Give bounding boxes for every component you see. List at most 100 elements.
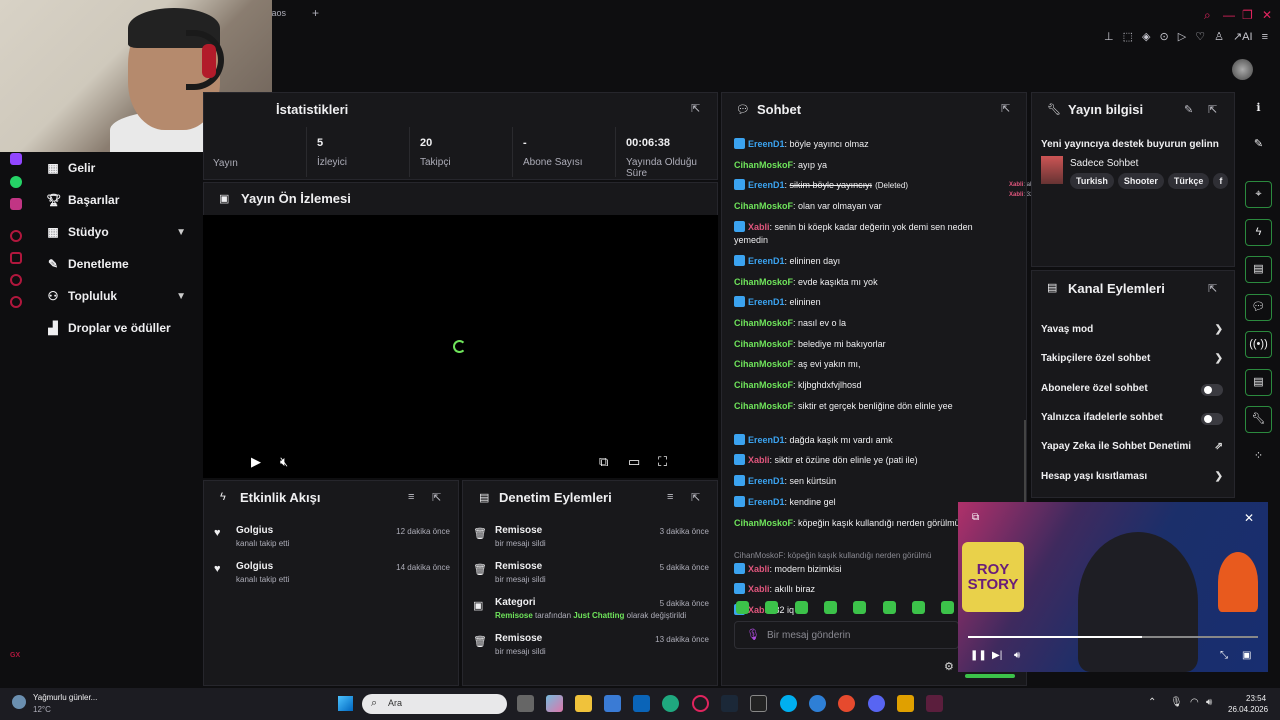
profile-icon[interactable]: ♙ [1214,30,1224,43]
discord-icon[interactable] [868,695,885,712]
emote-icon[interactable] [882,601,896,614]
app-icon[interactable] [897,695,914,712]
file-explorer-icon[interactable] [575,695,592,712]
bolt-icon[interactable]: ϟ [1245,219,1272,246]
chat-scrollbar[interactable] [1024,420,1026,510]
volume-icon[interactable]: 🔊︎ [1206,697,1212,708]
chat-username[interactable]: EreenD1 [748,297,785,307]
chat-username[interactable]: CihanMoskoF [734,201,793,211]
play-icon[interactable]: ▷ [1178,30,1186,43]
sidebar-item-studyo[interactable]: ▦ Stüdyo ▼ [30,216,200,248]
filter-icon[interactable]: ≡ [667,491,673,503]
pip-icon[interactable]: ⧉ [972,512,979,523]
next-icon[interactable]: ▶| [992,650,1002,661]
settings-icon[interactable] [10,296,22,308]
copilot-icon[interactable] [546,695,563,712]
chat-username[interactable]: CihanMoskoF [734,339,793,349]
play-icon[interactable]: ▶ [251,454,261,470]
filter-icon[interactable]: ≡ [408,491,414,503]
chat-username[interactable]: CihanMoskoF [734,318,793,328]
whatsapp-icon[interactable] [10,176,22,188]
sidebar-item-basarilar[interactable]: 🏆︎ Başarılar [30,184,200,216]
opera-gx-icon[interactable] [692,695,709,712]
popout-icon[interactable]: ⇱ [691,102,700,115]
fullscreen-icon[interactable]: ⛶ [658,454,667,470]
popout-icon[interactable]: ⇱ [1208,282,1217,295]
gear-icon[interactable]: ⚙ [944,660,954,673]
sidebar-item-droplar[interactable]: ▟ Droplar ve ödüller [30,312,200,344]
info-icon[interactable]: ℹ [1245,96,1272,123]
broadcast-icon[interactable]: ((•)) [1245,331,1272,358]
document-icon[interactable]: ▤ [1245,256,1272,283]
skype-icon[interactable] [780,695,797,712]
clip-icon[interactable]: ⌖ [1245,181,1272,208]
chat-username[interactable]: CihanMoskoF [734,518,793,528]
miniplayer-icon[interactable]: ⧉ [599,454,608,470]
tag[interactable]: f [1213,173,1229,189]
epic-games-icon[interactable] [750,695,767,712]
close-icon[interactable]: ✕ [1244,511,1254,525]
edit-icon[interactable]: ✎ [1184,103,1193,116]
add-widget-icon[interactable]: ⁘ [1245,444,1272,471]
instagram-icon[interactable] [10,198,22,210]
emote-icon[interactable] [941,601,955,614]
pause-icon[interactable]: ❚❚ [970,650,987,661]
task-view-icon[interactable] [517,695,534,712]
volume-icon[interactable]: 🔊︎ [1014,650,1020,661]
menu-icon[interactable]: ≡ [1262,31,1268,43]
toggle-switch[interactable] [1201,413,1223,425]
emote-icon[interactable] [911,601,925,614]
outlook-icon[interactable] [633,695,650,712]
emote-icon[interactable] [853,601,867,614]
twitch-icon[interactable] [10,153,22,165]
app-icon[interactable] [926,695,943,712]
clock-date[interactable]: 26.04.2026 [1228,705,1268,714]
tag[interactable]: Türkçe [1167,173,1210,189]
chat-username[interactable]: CihanMoskoF [734,401,793,411]
sidebar-item-topluluk[interactable]: ⚇ Topluluk ▼ [30,280,200,312]
sidebar-item-gelir[interactable]: ▦ Gelir [30,152,200,184]
chat-username[interactable]: Xabli [748,584,770,594]
action-subscribers-only[interactable]: Abonelere özel sohbet [1041,383,1223,403]
chat-username[interactable]: Xabli [748,455,770,465]
chat-username[interactable]: CihanMoskoF [734,277,793,287]
back-to-tab-icon[interactable]: ▣ [1242,650,1251,661]
shield-icon[interactable]: ◈ [1142,30,1150,43]
pin-icon[interactable]: ⊥ [1104,30,1114,43]
chat-username[interactable]: EreenD1 [748,180,785,190]
emote-icon[interactable] [765,601,779,614]
start-icon[interactable] [338,696,353,711]
chat-username[interactable]: CihanMoskoF [734,380,793,390]
mute-icon[interactable]: 🔇︎ [280,454,288,470]
tag[interactable]: Shooter [1117,173,1164,189]
chat-username[interactable]: EreenD1 [748,139,785,149]
chat-username[interactable]: Xabli [748,222,770,232]
edit-icon[interactable]: ✎ [1245,132,1272,159]
app-icon[interactable] [809,695,826,712]
ai-button[interactable]: ↗AI [1233,30,1253,43]
clock-icon[interactable] [10,274,22,286]
emote-icon[interactable] [736,601,749,614]
snapshot-icon[interactable]: ⊙ [1160,30,1169,43]
taskbar-search[interactable]: Ara [362,694,507,714]
popout-icon[interactable]: ⇱ [432,491,441,504]
resize-icon[interactable]: ⤡ [1220,650,1228,661]
chat-username[interactable]: EreenD1 [748,256,785,266]
minimize-icon[interactable]: — [1223,8,1235,22]
emote-icon[interactable] [823,601,837,614]
search-icon[interactable]: ⌕ [1204,8,1211,23]
steam-icon[interactable] [721,695,738,712]
microphone-icon[interactable]: 🎙︎ [746,628,760,641]
close-icon[interactable]: ✕ [1262,8,1272,22]
popout-icon[interactable]: ⇱ [1001,102,1010,115]
sidebar-item-denetleme[interactable]: ✎ Denetleme [30,248,200,280]
wifi-icon[interactable]: ◠ [1190,697,1199,708]
action-ai-moderation[interactable]: Yapay Zeka ile Sohbet Denetimi ⇗ [1041,441,1223,461]
microphone-icon[interactable]: 🎙︎ [1170,697,1183,708]
theater-icon[interactable]: ▭ [628,454,640,470]
weather-title[interactable]: Yağmurlu günler... [33,693,97,702]
store-icon[interactable] [604,695,621,712]
action-followers-only[interactable]: Takipçilere özel sohbet ❯ [1041,353,1223,373]
wrench-icon[interactable]: 🔧︎ [1245,406,1272,433]
stream-category[interactable]: Sadece Sohbet [1070,158,1138,169]
